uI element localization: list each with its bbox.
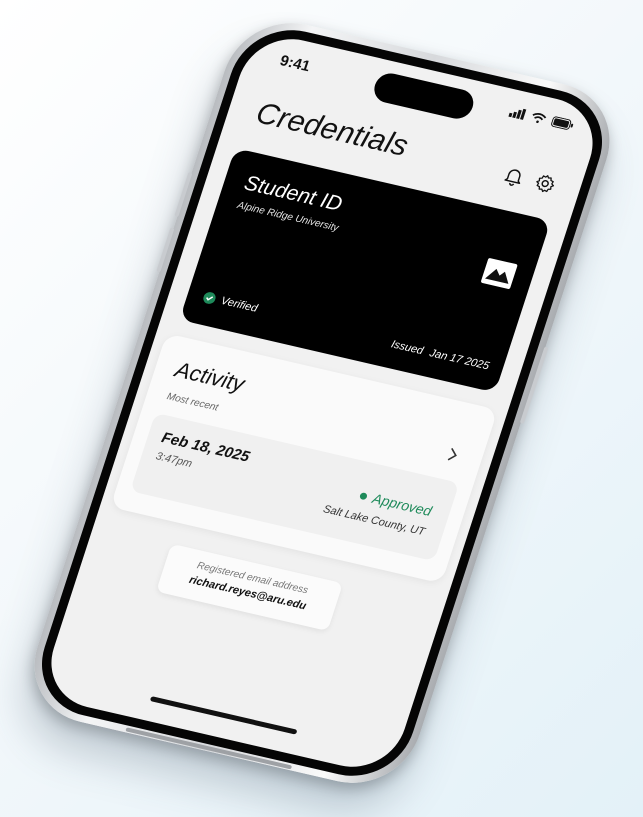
activity-entry[interactable]: Feb 18, 2025 3:47pm Approved Salt Lake C… xyxy=(129,412,460,562)
status-dot-icon xyxy=(359,491,369,500)
verified-badge: Verified xyxy=(202,291,259,315)
issued-date: Issued Jan 17 2025 xyxy=(386,337,491,372)
gear-icon[interactable] xyxy=(531,171,559,197)
bell-icon[interactable] xyxy=(500,163,528,189)
verified-label: Verified xyxy=(219,294,259,315)
status-label: Approved xyxy=(370,490,434,520)
activity-title: Activity xyxy=(172,356,248,397)
battery-icon xyxy=(551,116,574,130)
status-time: 9:41 xyxy=(277,52,313,76)
signal-icon xyxy=(508,108,527,120)
email-card: Registered email address richard.reyes@a… xyxy=(156,543,344,632)
page-title: Credentials xyxy=(252,96,413,163)
wifi-icon xyxy=(532,113,547,124)
phone-mockup: 9:41 Credentials Student ID Alpine Ridge… xyxy=(17,10,627,796)
issued-label: Issued xyxy=(389,338,425,358)
check-circle-icon xyxy=(203,292,216,304)
entry-time: 3:47pm xyxy=(154,450,194,471)
activity-subtitle: Most recent xyxy=(165,391,220,414)
status-icons xyxy=(508,106,575,131)
product-showcase: 9:41 Credentials Student ID Alpine Ridge… xyxy=(0,0,643,817)
dynamic-island xyxy=(370,70,478,122)
chevron-right-icon[interactable] xyxy=(446,446,461,464)
mountain-logo-icon xyxy=(480,257,518,290)
issued-date-value: Jan 17 2025 xyxy=(427,347,491,373)
